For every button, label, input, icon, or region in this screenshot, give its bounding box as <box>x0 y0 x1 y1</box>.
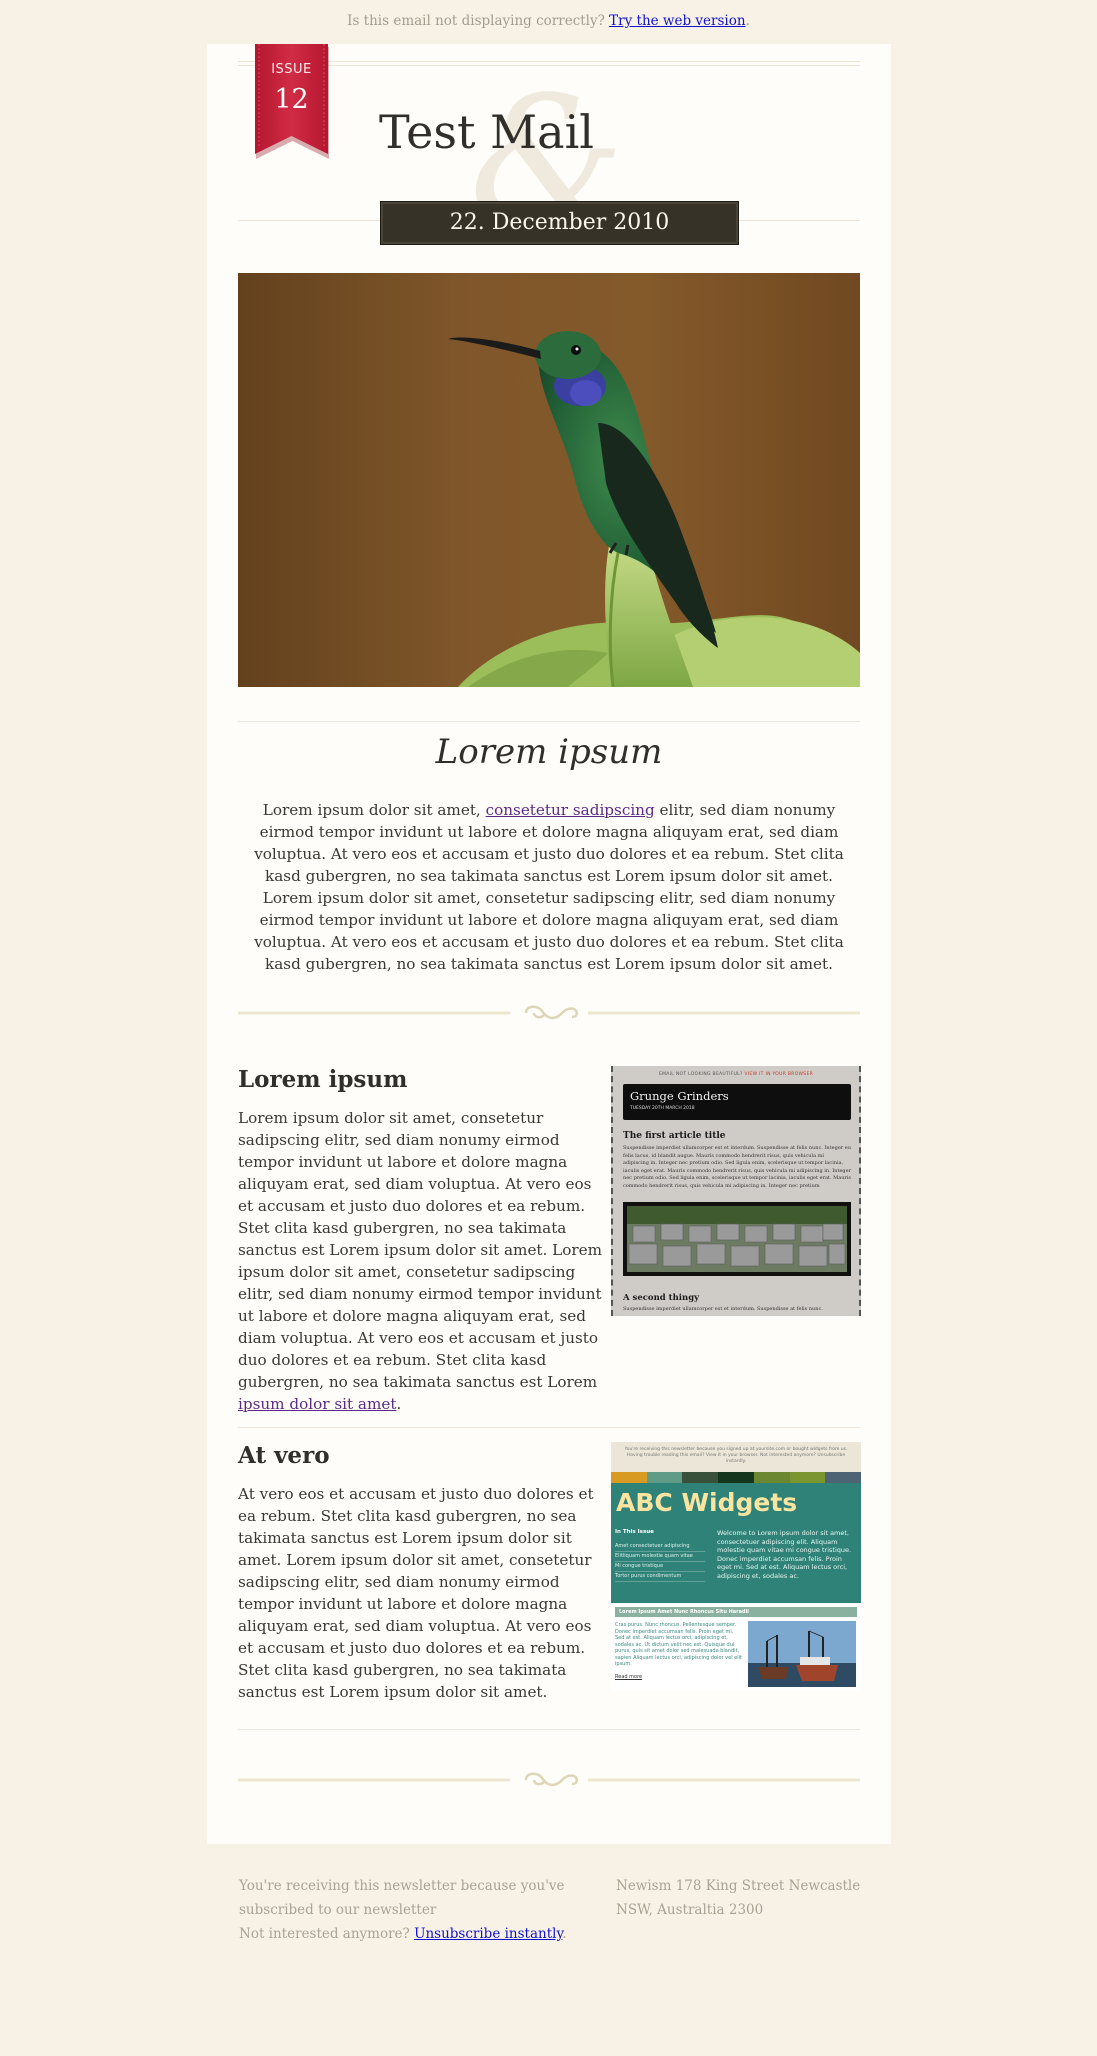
thumb2-issue-item: Elitliquam molestie quam vitae <box>615 1552 705 1562</box>
thumb-date: TUESDAY 20TH MARCH 2018 <box>630 1106 695 1111</box>
intro-paragraph: Lorem ipsum dolor sit amet, consetetur s… <box>254 801 844 973</box>
intro-link[interactable]: consetetur sadipscing <box>486 801 655 819</box>
thumb2-issue-list: Amet consectetuer adipiscing Elitliquam m… <box>615 1542 705 1582</box>
thumb2-color-swatch <box>682 1472 719 1483</box>
article-body: Lorem ipsum dolor sit amet, consetetur s… <box>238 1109 603 1413</box>
newsletter-title: Test Mail <box>379 105 594 159</box>
thumb2-welcome: Welcome to Lorem ipsum dolor sit amet, c… <box>717 1529 852 1580</box>
thumb2-issue-item: Amet consectetuer adipiscing <box>615 1542 705 1552</box>
thumb2-read-more: Read more <box>615 1674 643 1680</box>
thumb-p2: Suspendisse imperdiet ullamcorper est et… <box>623 1306 823 1312</box>
web-version-link[interactable]: Try the web version <box>609 13 745 29</box>
thumb2-color-swatch <box>718 1472 754 1483</box>
hero-hummingbird-image <box>238 273 860 687</box>
article-heading: At vero <box>238 1442 330 1469</box>
issue-date: 22. December 2010 <box>380 201 739 245</box>
abc-widgets-template-image: You're receiving this newsletter because… <box>611 1442 861 1691</box>
thumb-photo <box>623 1202 851 1276</box>
thumb2-color-swatch <box>753 1472 790 1483</box>
footer-subscription-note: You're receiving this newsletter because… <box>239 1878 567 1942</box>
thumb2-topline: You're receiving this newsletter because… <box>624 1447 848 1464</box>
footer-address: Newism 178 King Street Newcastle NSW, Au… <box>616 1878 861 1918</box>
intro-heading: Lorem ipsum <box>435 732 663 772</box>
article-link[interactable]: ipsum dolor sit amet <box>238 1395 396 1413</box>
article-body: At vero eos et accusam et justo duo dolo… <box>238 1485 594 1701</box>
thumb-p1: Suspendisse imperdiet ullamcorper est et… <box>623 1145 852 1189</box>
preheader-text: Is this email not displaying correctly? <box>347 13 605 29</box>
thumb2-color-swatch <box>825 1472 861 1483</box>
unsubscribe-link[interactable]: Unsubscribe instantly <box>414 1926 562 1942</box>
article-lorem-ipsum: Lorem ipsum Lorem ipsum dolor sit amet, … <box>238 1066 608 1415</box>
preheader: Is this email not displaying correctly? … <box>347 13 750 29</box>
thumb2-brand: ABC Widgets <box>616 1488 798 1517</box>
grunge-grinders-template-image: EMAIL NOT LOOKING BEAUTIFUL? VIEW IT IN … <box>611 1066 861 1316</box>
thumb2-color-swatch <box>646 1472 683 1483</box>
thumb2-colorbar <box>611 1472 861 1483</box>
issue-number: 12 <box>274 84 309 115</box>
thumb2-issue-label: In This Issue <box>615 1529 654 1535</box>
thumb2-ships-photo <box>748 1621 856 1687</box>
thumb-h1: The first article title <box>623 1131 726 1141</box>
section-divider <box>238 721 860 722</box>
thumb2-color-swatch <box>789 1472 826 1483</box>
article-at-vero: At vero At vero eos et accusam et justo … <box>238 1442 608 1703</box>
article-heading: Lorem ipsum <box>238 1066 408 1093</box>
thumb-h2: A second thingy <box>623 1293 700 1303</box>
thumb2-issue-item: Tortor purus condimentum <box>615 1572 705 1582</box>
flourish-divider-bottom <box>238 1772 860 1787</box>
thumb2-body: Cras purus. Nunc rhoncus. Pellentesque s… <box>615 1622 743 1667</box>
issue-label: ISSUE <box>271 62 312 77</box>
newsletter-card: ISSUE 12 & Test Mail 22. December 2010 L… <box>207 44 891 1844</box>
thumb2-band: Lorem Ipsum Amet Nunc Rhoncus Situ Harad… <box>615 1607 857 1617</box>
section-divider <box>238 1427 860 1428</box>
thumb-brand: Grunge Grinders <box>630 1089 729 1103</box>
issue-ribbon: ISSUE 12 <box>252 44 331 161</box>
thumb2-issue-item: Mi congue tristique <box>615 1562 705 1572</box>
section-divider <box>238 1729 860 1730</box>
flourish-divider <box>238 1005 860 1020</box>
thumb2-color-swatch <box>611 1472 647 1483</box>
thumb-topline: EMAIL NOT LOOKING BEAUTIFUL? VIEW IT IN … <box>658 1072 814 1077</box>
